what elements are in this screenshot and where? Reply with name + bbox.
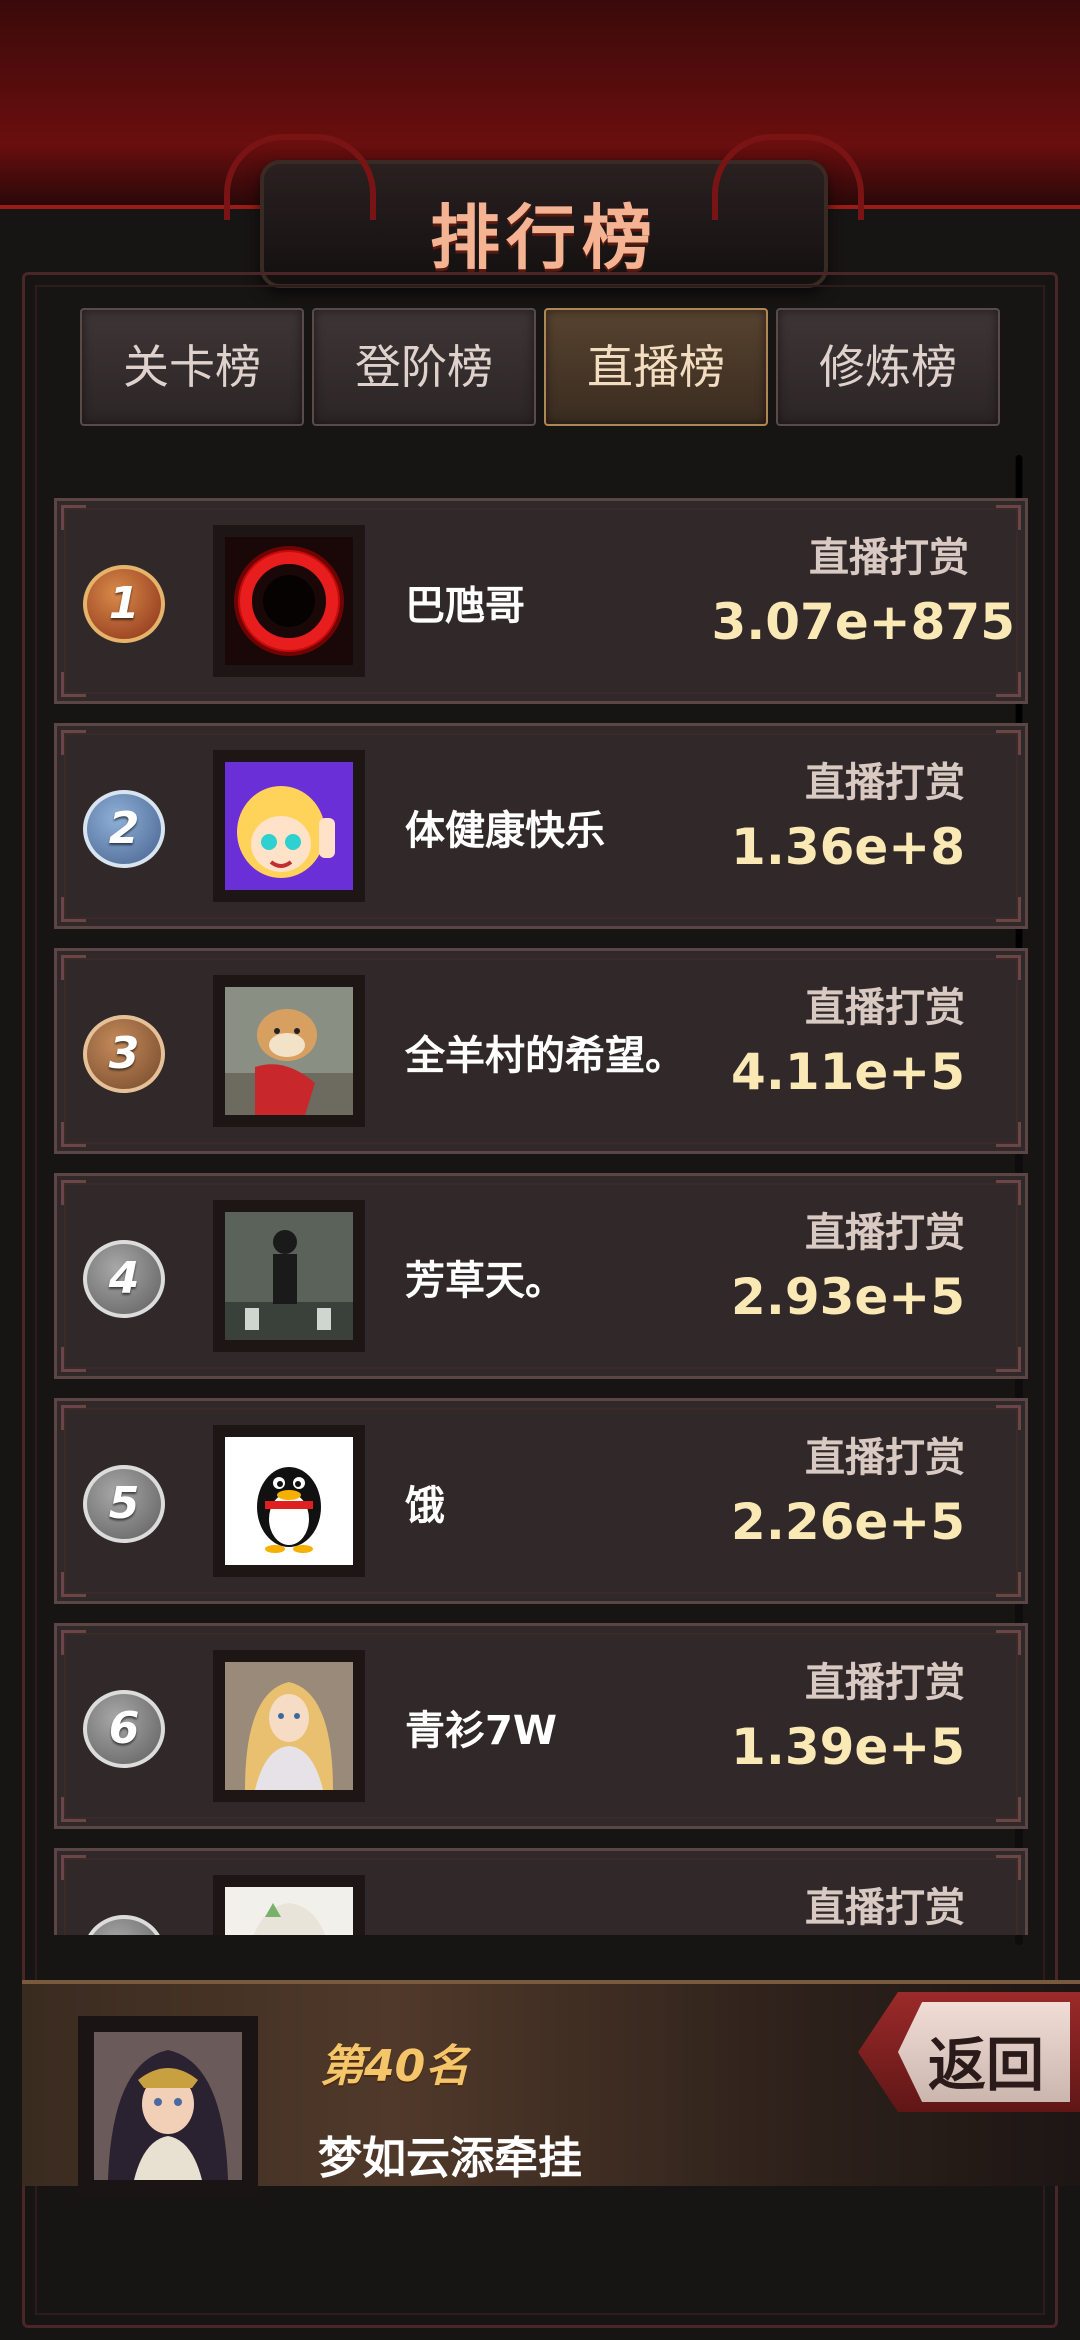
my-rank-text: 第40名 <box>320 2041 470 2092</box>
score-value: 4.11e+5 <box>731 1043 965 1101</box>
rank-badge: 2 <box>83 790 165 868</box>
anime-knight-avatar-icon <box>225 1662 353 1790</box>
tab-levels[interactable]: 关卡榜 <box>80 308 304 426</box>
player-name: 体健康快乐 <box>405 808 605 854</box>
ranking-row[interactable]: 2 体健康快乐 直播打赏 1.36e+8 <box>54 723 1028 929</box>
rank-badge: 5 <box>83 1465 165 1543</box>
back-button-label[interactable]: 返回 <box>928 2018 1044 2102</box>
rank-badge <box>83 1915 165 1935</box>
tab-bar: 关卡榜 登阶榜 直播榜 修炼榜 <box>80 308 1000 426</box>
tab-cultivation[interactable]: 修炼榜 <box>776 308 1000 426</box>
avatar-frame[interactable] <box>213 1650 365 1802</box>
rank-badge: 1 <box>83 565 165 643</box>
ranking-row[interactable]: 5 饿 直播打赏 2.26e+5 <box>54 1398 1028 1604</box>
ranking-row[interactable]: 3 全羊村的希望。 直播打赏 4.11e+5 <box>54 948 1028 1154</box>
silhouette-photo-avatar-icon <box>225 1212 353 1340</box>
rank-badge: 3 <box>83 1015 165 1093</box>
ranking-row[interactable]: 1 巴虺哥 直播打赏 3.07e+875 <box>54 498 1028 704</box>
cartoon-girl-avatar-icon <box>225 762 353 890</box>
player-name: 青衫7W <box>405 1708 557 1754</box>
score-label: 直播打赏 <box>805 1660 965 1706</box>
page-title: 排行榜 <box>430 197 658 279</box>
tab-livestream[interactable]: 直播榜 <box>544 308 768 426</box>
score-label: 直播打赏 <box>805 985 965 1031</box>
my-avatar-frame[interactable] <box>78 2016 258 2196</box>
player-name: 饿 <box>405 1483 445 1529</box>
avatar-frame[interactable] <box>213 1200 365 1352</box>
score-value: 2.26e+5 <box>731 1493 965 1551</box>
score-label: 直播打赏 <box>805 760 965 806</box>
tab-ascension[interactable]: 登阶榜 <box>312 308 536 426</box>
player-name: 芳草天。 <box>405 1258 565 1304</box>
score-label: 直播打赏 <box>805 1210 965 1256</box>
player-name: 巴虺哥 <box>405 583 525 629</box>
my-name: 梦如云添牵挂 <box>318 2133 582 2184</box>
player-name: 全羊村的希望。 <box>405 1033 685 1079</box>
ranking-row[interactable]: 4 芳草天。 直播打赏 2.93e+5 <box>54 1173 1028 1379</box>
title-plate: 排行榜 <box>224 134 864 288</box>
avatar-frame[interactable] <box>213 525 365 677</box>
ranking-row[interactable]: 6 青衫7W 直播打赏 1.39e+5 <box>54 1623 1028 1829</box>
score-label: 直播打赏 <box>805 1435 965 1481</box>
avatar-frame[interactable] <box>213 1875 365 1935</box>
ranking-list[interactable]: 1 巴虺哥 直播打赏 3.07e+875 2 体健康快乐 直播打赏 1.36e+… <box>50 490 1030 1935</box>
avatar-frame[interactable] <box>213 975 365 1127</box>
score-label: 直播打赏 <box>805 1885 965 1931</box>
avatar-frame[interactable] <box>213 1425 365 1577</box>
anime-warrior-avatar-icon <box>94 2032 242 2180</box>
rank-badge: 6 <box>83 1690 165 1768</box>
ranking-row[interactable]: 直播打赏 <box>54 1848 1028 1935</box>
score-value: 3.07e+875 <box>711 593 1015 651</box>
score-label: 直播打赏 <box>809 535 969 581</box>
score-value: 1.36e+8 <box>731 818 965 876</box>
score-value: 1.39e+5 <box>731 1718 965 1776</box>
score-value: 2.93e+5 <box>731 1268 965 1326</box>
anime-white-hair-avatar-icon <box>225 1887 353 1935</box>
avatar-frame[interactable] <box>213 750 365 902</box>
dog-photo-avatar-icon <box>225 987 353 1115</box>
red-ring-avatar-icon <box>225 537 353 665</box>
penguin-avatar-icon <box>225 1437 353 1565</box>
rank-badge: 4 <box>83 1240 165 1318</box>
